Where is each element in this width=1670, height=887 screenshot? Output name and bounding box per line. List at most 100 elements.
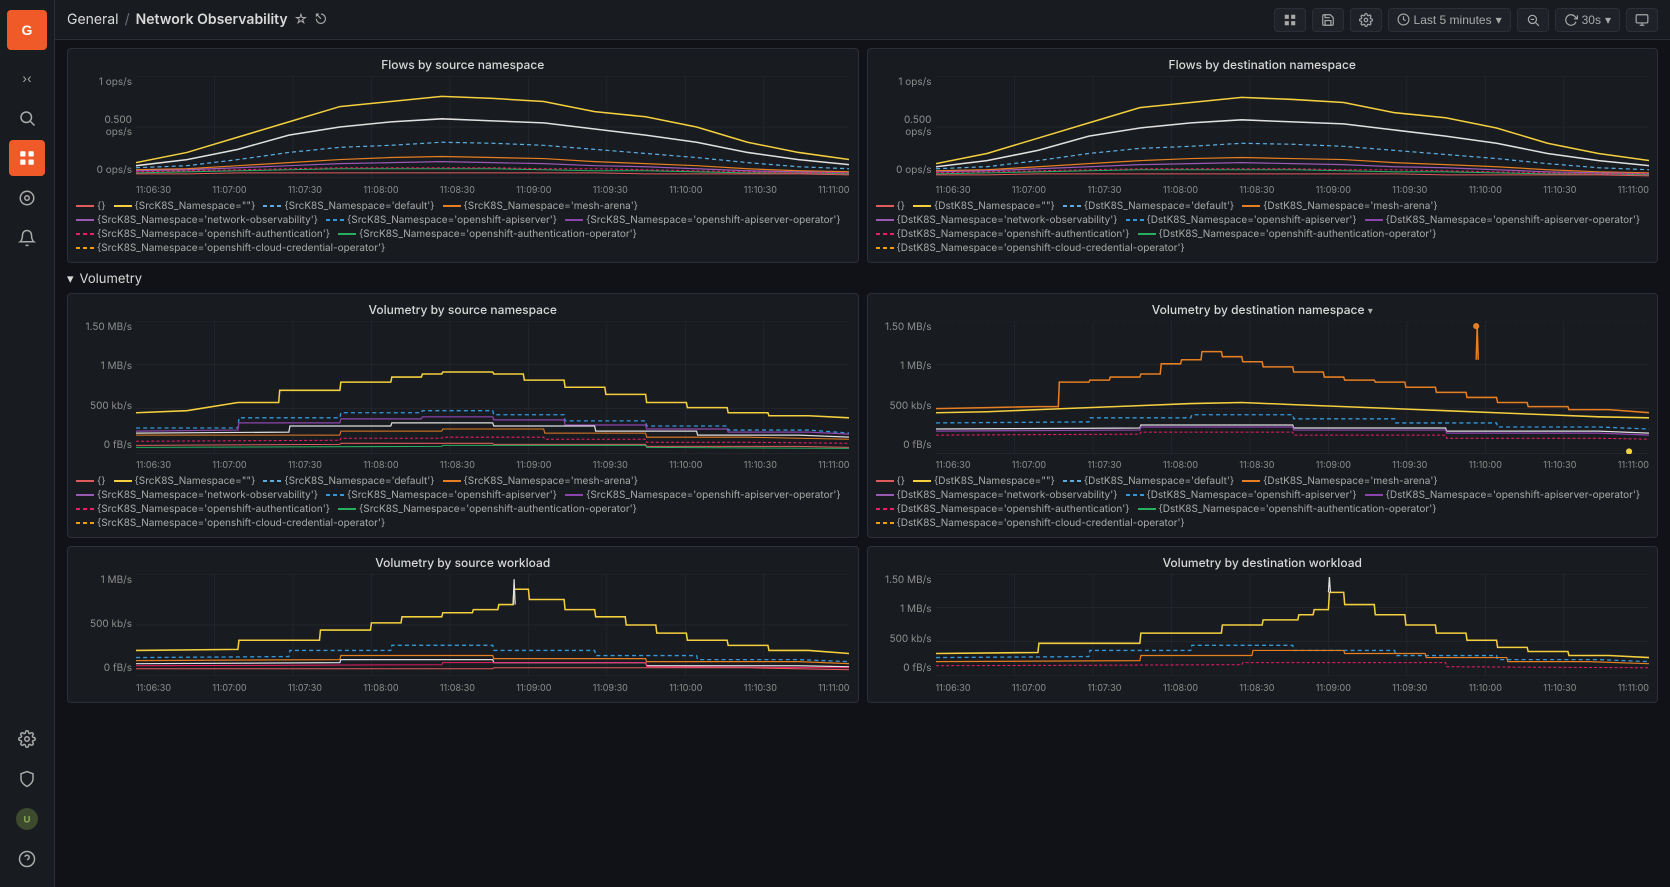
legend-color xyxy=(1126,219,1144,221)
flows-source-svg xyxy=(136,76,849,178)
legend-color xyxy=(876,205,894,207)
save-button[interactable] xyxy=(1312,8,1344,32)
vol-destination-workload-svg xyxy=(936,574,1649,676)
sidebar-item-alerting[interactable] xyxy=(9,220,45,256)
legend-color xyxy=(913,205,931,207)
legend-color xyxy=(76,233,94,235)
legend-color xyxy=(443,205,461,207)
vol-destination-workload-x-axis: 11:06:3011:07:0011:07:3011:08:0011:08:30… xyxy=(936,683,1650,694)
sidebar-item-settings[interactable] xyxy=(9,721,45,757)
vol-source-workload-title: Volumetry by source workload xyxy=(76,555,850,570)
vol-destination-title: Volumetry by destination namespace ▾ xyxy=(876,302,1650,317)
time-range-button[interactable]: Last 5 minutes ▾ xyxy=(1388,8,1511,32)
flows-source-legend: {} {SrcK8S_Namespace=""} {SrcK8S_Namespa… xyxy=(76,200,850,254)
legend-color xyxy=(76,247,94,249)
breadcrumb-title: Network Observability xyxy=(136,11,288,28)
volumetry-section-header[interactable]: ▾ Volumetry xyxy=(67,271,1658,287)
legend-item: {SrcK8S_Namespace='mesh-arena'} xyxy=(443,200,638,212)
volumetry-namespace-row: Volumetry by source namespace 1.50 MB/s … xyxy=(67,293,1658,538)
vol-source-workload-chart: 1 MB/s 500 kb/s 0 fB/s xyxy=(76,574,850,694)
legend-item: {} xyxy=(876,200,906,212)
breadcrumb-general[interactable]: General xyxy=(67,11,119,28)
legend-item: {SrcK8S_Namespace='network-observability… xyxy=(76,489,318,501)
legend-item: {DstK8S_Namespace='openshift-apiserver-o… xyxy=(1365,489,1641,501)
sidebar-item-dashboards[interactable] xyxy=(9,140,45,176)
topbar-actions: Last 5 minutes ▾ 30s ▾ xyxy=(1274,8,1658,32)
legend-item: {SrcK8S_Namespace=""} xyxy=(114,475,256,487)
add-panel-button[interactable] xyxy=(1274,8,1306,32)
chevron-down-icon: ▾ xyxy=(1496,13,1502,27)
flows-source-y-axis: 1 ops/s 0.500 ops/s 0 ops/s xyxy=(76,76,136,176)
vol-source-x-axis: 11:06:3011:07:0011:07:3011:08:0011:08:30… xyxy=(136,460,850,471)
vol-source-legend: {} {SrcK8S_Namespace=""} {SrcK8S_Namespa… xyxy=(76,475,850,529)
flows-destination-x-axis: 11:06:3011:07:0011:07:3011:08:0011:08:30… xyxy=(936,185,1650,196)
flows-destination-panel: Flows by destination namespace 1 ops/s 0… xyxy=(867,48,1659,263)
legend-color xyxy=(76,205,94,207)
legend-item: {SrcK8S_Namespace='openshift-authenticat… xyxy=(76,228,330,240)
legend-item: {DstK8S_Namespace='default'} xyxy=(1063,475,1234,487)
legend-item: {DstK8S_Namespace='mesh-arena'} xyxy=(1242,475,1437,487)
legend-item: {SrcK8S_Namespace='openshift-authenticat… xyxy=(338,228,637,240)
legend-color xyxy=(565,219,583,221)
panel-menu-icon[interactable]: ▾ xyxy=(1368,305,1373,317)
legend-item: {DstK8S_Namespace='openshift-authenticat… xyxy=(1138,228,1437,240)
flows-destination-legend: {} {DstK8S_Namespace=""} {DstK8S_Namespa… xyxy=(876,200,1650,254)
sidebar-item-user[interactable]: U xyxy=(9,801,45,837)
legend-item: {DstK8S_Namespace='default'} xyxy=(1063,200,1234,212)
settings-button[interactable] xyxy=(1350,8,1382,32)
vol-source-panel: Volumetry by source namespace 1.50 MB/s … xyxy=(67,293,859,538)
legend-item: {DstK8S_Namespace='openshift-authenticat… xyxy=(876,228,1130,240)
sidebar-item-search[interactable] xyxy=(9,100,45,136)
legend-item: {} xyxy=(76,475,106,487)
legend-item: {DstK8S_Namespace='openshift-apiserver-o… xyxy=(1365,214,1641,226)
vol-source-y-axis: 1.50 MB/s 1 MB/s 500 kb/s 0 fB/s xyxy=(76,321,136,451)
legend-item: {DstK8S_Namespace='openshift-cloud-crede… xyxy=(876,517,1185,529)
flows-destination-svg xyxy=(936,76,1649,178)
topbar: General / Network Observability ☆ ⎋ Last… xyxy=(55,0,1670,40)
legend-color xyxy=(76,219,94,221)
breadcrumb-separator: / xyxy=(125,11,130,28)
vol-destination-workload-y-axis: 1.50 MB/s 1 MB/s 500 kb/s 0 fB/s xyxy=(876,574,936,674)
legend-item: {DstK8S_Namespace=""} xyxy=(913,200,1055,212)
vol-source-workload-panel: Volumetry by source workload 1 MB/s 500 … xyxy=(67,546,859,703)
legend-item: {SrcK8S_Namespace='openshift-apiserver-o… xyxy=(565,214,841,226)
vol-destination-chart: 1.50 MB/s 1 MB/s 500 kb/s 0 fB/s xyxy=(876,321,1650,471)
sidebar-item-explore[interactable] xyxy=(9,180,45,216)
legend-item: {SrcK8S_Namespace='openshift-apiserver'} xyxy=(326,214,557,226)
legend-item: {DstK8S_Namespace='openshift-apiserver'} xyxy=(1126,214,1357,226)
main-area: General / Network Observability ☆ ⎋ Last… xyxy=(55,0,1670,887)
star-icon[interactable]: ☆ xyxy=(294,11,309,28)
legend-color xyxy=(338,233,356,235)
vol-destination-x-axis: 11:06:3011:07:0011:07:3011:08:0011:08:30… xyxy=(936,460,1650,471)
zoom-out-button[interactable] xyxy=(1517,8,1549,32)
legend-color xyxy=(876,233,894,235)
legend-color xyxy=(1365,219,1383,221)
legend-color xyxy=(326,219,344,221)
sidebar-item-help[interactable] xyxy=(9,841,45,877)
legend-item: {DstK8S_Namespace='openshift-apiserver'} xyxy=(1126,489,1357,501)
legend-color xyxy=(876,219,894,221)
sidebar: G ›‹ U xyxy=(0,0,55,887)
vol-destination-legend: {} {DstK8S_Namespace=""} {DstK8S_Namespa… xyxy=(876,475,1650,529)
vol-source-workload-x-axis: 11:06:3011:07:0011:07:3011:08:0011:08:30… xyxy=(136,683,850,694)
flows-destination-chart: 1 ops/s 0.500 ops/s 0 ops/s xyxy=(876,76,1650,196)
flows-source-chart: 1 ops/s 0.500 ops/s 0 ops/s xyxy=(76,76,850,196)
sidebar-item-shield[interactable] xyxy=(9,761,45,797)
tv-mode-button[interactable] xyxy=(1626,8,1658,32)
vol-destination-panel: Volumetry by destination namespace ▾ 1.5… xyxy=(867,293,1659,538)
legend-item: {SrcK8S_Namespace='mesh-arena'} xyxy=(443,475,638,487)
sidebar-collapse-toggle[interactable]: ›‹ xyxy=(9,60,45,96)
legend-color xyxy=(114,205,132,207)
share-icon[interactable]: ⎋ xyxy=(314,11,327,28)
flows-source-panel: Flows by source namespace 1 ops/s 0.500 … xyxy=(67,48,859,263)
legend-item: {} xyxy=(876,475,906,487)
breadcrumb: General / Network Observability ☆ ⎋ xyxy=(67,11,328,28)
vol-destination-workload-title: Volumetry by destination workload xyxy=(876,555,1650,570)
refresh-button[interactable]: 30s ▾ xyxy=(1555,8,1620,32)
vol-destination-y-axis: 1.50 MB/s 1 MB/s 500 kb/s 0 fB/s xyxy=(876,321,936,451)
app-logo[interactable]: G xyxy=(7,10,47,50)
legend-item: {} xyxy=(76,200,106,212)
legend-color xyxy=(1138,233,1156,235)
legend-item: {SrcK8S_Namespace=""} xyxy=(114,200,256,212)
vol-source-workload-svg xyxy=(136,574,849,676)
